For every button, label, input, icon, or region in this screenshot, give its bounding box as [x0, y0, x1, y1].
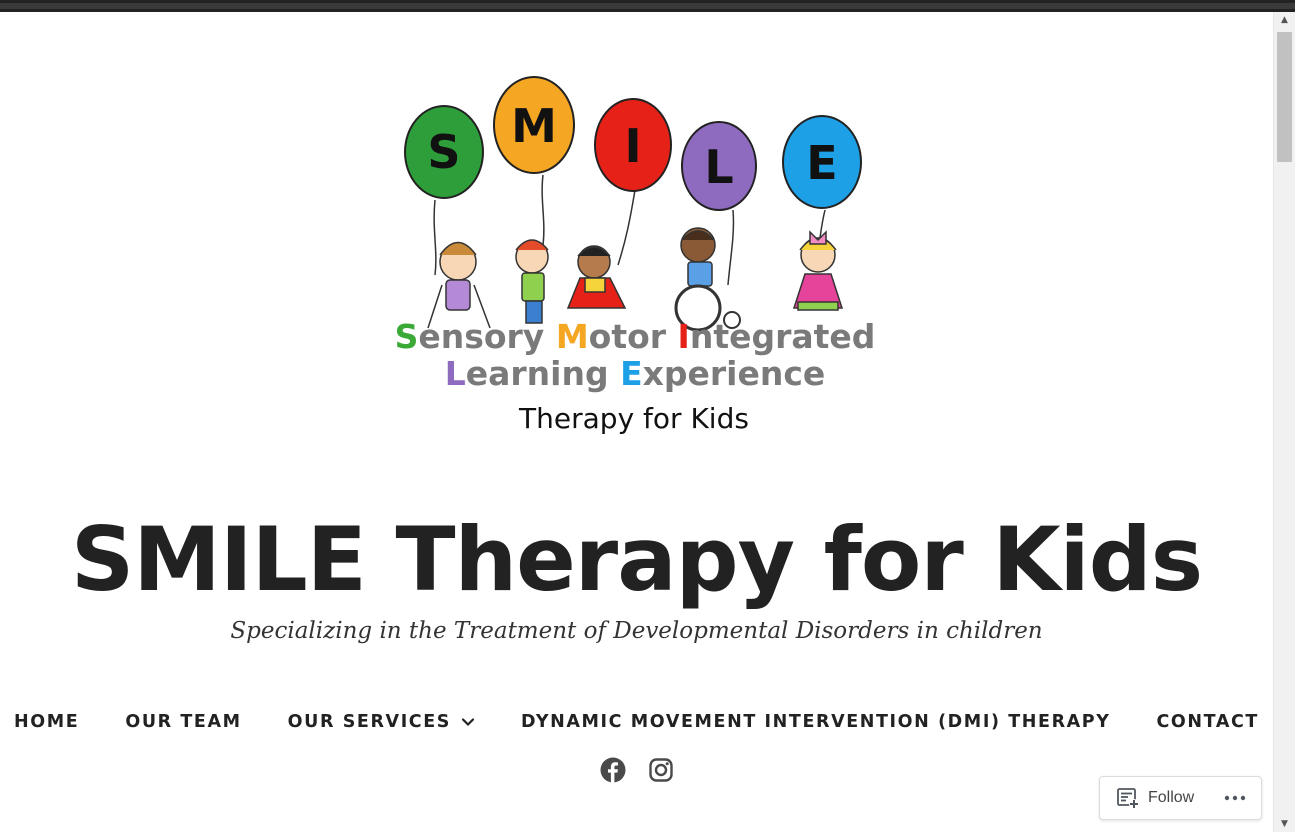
nav-item-contact[interactable]: CONTACT: [1156, 712, 1258, 732]
nav-item-home[interactable]: HOME: [14, 712, 79, 732]
nav-item-label: OUR TEAM: [125, 712, 242, 732]
balloon-letter: I: [624, 119, 641, 173]
site-logo[interactable]: S M I L E Sensory Motor Integrated Learn…: [380, 70, 890, 450]
site-title[interactable]: SMILE Therapy for Kids: [0, 500, 1273, 620]
ellipsis-icon[interactable]: [1223, 790, 1247, 806]
page-scrollbar[interactable]: ▲ ▼: [1273, 12, 1295, 832]
acronym-line-1: Sensory Motor Integrated: [395, 317, 876, 356]
balloon-letter: M: [511, 99, 557, 153]
follow-widget[interactable]: Follow: [1099, 776, 1262, 820]
nav-item-dmi-therapy[interactable]: DYNAMIC MOVEMENT INTERVENTION (DMI) THER…: [521, 712, 1110, 732]
balloon-letter: L: [704, 140, 733, 194]
nav-item-label: CONTACT: [1156, 712, 1259, 732]
acronym-line-2: Learning Experience: [445, 354, 826, 393]
instagram-icon[interactable]: [648, 757, 674, 783]
logo-subtitle: Therapy for Kids: [518, 402, 749, 435]
facebook-icon[interactable]: [600, 757, 626, 783]
balloon-letter: E: [806, 136, 837, 190]
scroll-down-arrow-icon[interactable]: ▼: [1274, 816, 1295, 832]
nav-item-our-team[interactable]: OUR TEAM: [125, 712, 241, 732]
scrollbar-thumb[interactable]: [1277, 32, 1292, 162]
follow-label[interactable]: Follow: [1148, 789, 1194, 807]
scroll-up-arrow-icon[interactable]: ▲: [1274, 12, 1295, 28]
reader-follow-icon[interactable]: [1116, 786, 1140, 810]
balloon-letter: S: [427, 125, 460, 179]
nav-item-our-services[interactable]: OUR SERVICES: [288, 712, 475, 732]
main-navigation: HOME OUR TEAM OUR SERVICES DYNAMIC MOVEM…: [0, 712, 1273, 732]
nav-item-label: OUR SERVICES: [287, 712, 452, 732]
nav-item-label: DYNAMIC MOVEMENT INTERVENTION (DMI) THER…: [521, 712, 1111, 732]
nav-item-label: HOME: [14, 712, 80, 732]
site-tagline: Specializing in the Treatment of Develop…: [230, 618, 1043, 644]
chevron-down-icon[interactable]: [461, 715, 475, 729]
social-links: [0, 757, 1273, 783]
browser-top-bar: [0, 0, 1295, 12]
